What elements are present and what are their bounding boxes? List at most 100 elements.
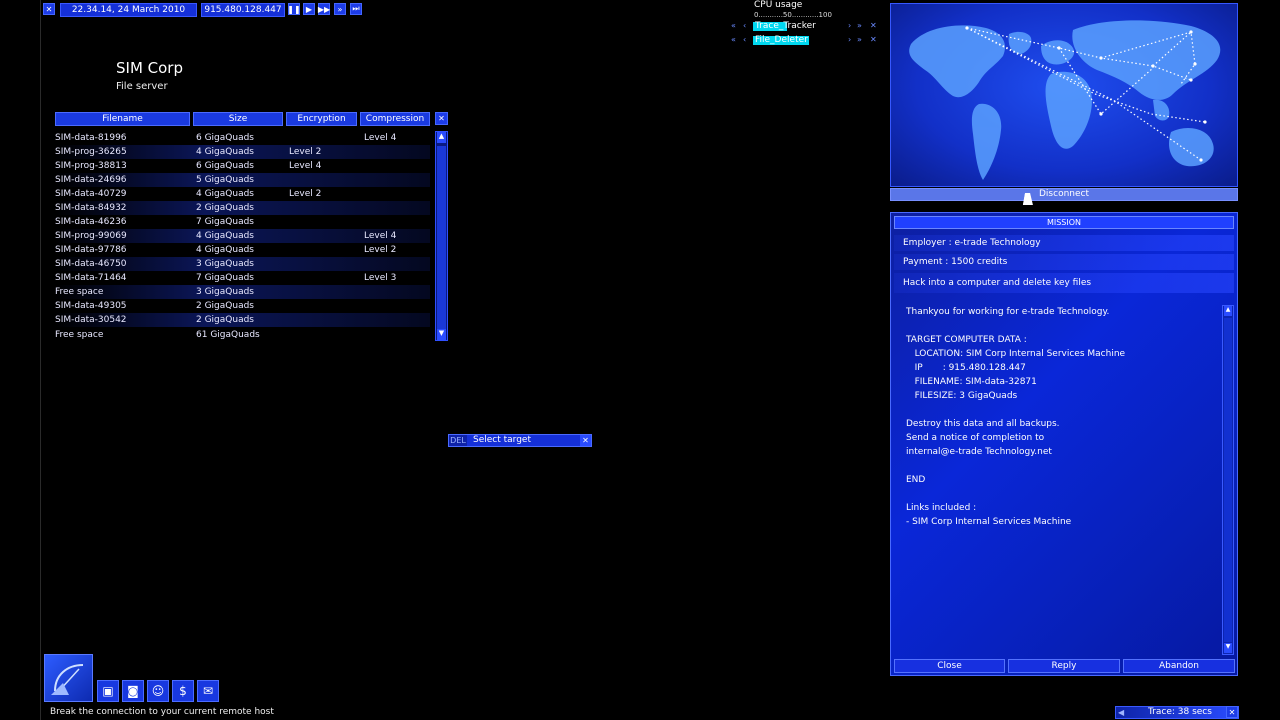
- status-tooltip: Break the connection to your current rem…: [50, 707, 274, 717]
- table-row[interactable]: SIM-data-40729 4 GigaQuads Level 2: [55, 187, 430, 201]
- task-close-icon[interactable]: ✕: [870, 21, 877, 30]
- size-cell: 5 GigaQuads: [196, 175, 254, 185]
- mission-body: Thankyou for working for e-trade Technol…: [894, 305, 1219, 655]
- trace-indicator: ◀ Trace: 38 secs: [1115, 706, 1239, 719]
- table-row[interactable]: SIM-prog-38813 6 GigaQuads Level 4: [55, 159, 430, 173]
- mission-body-line: Send a notice of completion to: [906, 433, 1045, 443]
- table-row[interactable]: SIM-data-46236 7 GigaQuads: [55, 215, 430, 229]
- close-icon[interactable]: ✕: [1226, 706, 1238, 718]
- task-right-icon[interactable]: ›: [848, 35, 851, 44]
- table-row[interactable]: SIM-data-30542 2 GigaQuads: [55, 313, 430, 327]
- size-cell: 3 GigaQuads: [196, 259, 254, 269]
- filename-cell: Free space: [55, 287, 104, 297]
- faster-forward-icon[interactable]: »: [334, 3, 346, 15]
- task-left-icon[interactable]: ‹: [743, 21, 746, 30]
- encryption-cell: Level 4: [289, 161, 322, 171]
- reply-button[interactable]: Reply: [1008, 659, 1120, 673]
- finance-icon[interactable]: $: [172, 680, 194, 702]
- trace-left-icon[interactable]: ◀: [1118, 707, 1124, 718]
- cpu-usage-label: CPU usage: [754, 0, 803, 10]
- mission-panel: MISSION Employer : e-trade Technology Pa…: [890, 212, 1238, 676]
- task-decrease-icon[interactable]: «: [731, 21, 736, 30]
- disconnect-button[interactable]: Disconnect: [890, 188, 1238, 201]
- size-cell: 6 GigaQuads: [196, 133, 254, 143]
- table-row[interactable]: Free space 3 GigaQuads: [55, 285, 430, 299]
- size-cell: 4 GigaQuads: [196, 245, 254, 255]
- main-menu-button[interactable]: [44, 654, 93, 702]
- column-header-filename[interactable]: Filename: [55, 112, 190, 126]
- table-row[interactable]: SIM-data-49305 2 GigaQuads: [55, 299, 430, 313]
- task-decrease-icon[interactable]: «: [731, 35, 736, 44]
- pause-icon[interactable]: ❚❚: [287, 3, 301, 15]
- task-row-trace-tracker: « ‹ Trace_Tracker › » ✕: [731, 21, 881, 33]
- scroll-thumb[interactable]: [1224, 318, 1232, 642]
- task-right-icon[interactable]: ›: [848, 21, 851, 30]
- mouse-cursor-icon: [1022, 193, 1036, 205]
- scroll-up-icon[interactable]: ▲: [437, 132, 446, 143]
- filename-cell: SIM-data-81996: [55, 133, 127, 143]
- table-row[interactable]: SIM-prog-99069 4 GigaQuads Level 4: [55, 229, 430, 243]
- size-cell: 6 GigaQuads: [196, 161, 254, 171]
- table-row[interactable]: Free space 61 GigaQuads: [55, 328, 430, 342]
- mission-body-line: Links included :: [906, 503, 977, 513]
- close-icon[interactable]: ✕: [580, 435, 591, 446]
- close-button[interactable]: Close: [894, 659, 1005, 673]
- filename-cell: SIM-prog-36265: [55, 147, 127, 157]
- file-deleter-target-bar[interactable]: DEL Select target ✕: [448, 434, 592, 447]
- table-row[interactable]: SIM-data-97786 4 GigaQuads Level 2: [55, 243, 430, 257]
- computer-icon[interactable]: ▣: [97, 680, 119, 702]
- task-increase-icon[interactable]: »: [857, 21, 862, 30]
- column-header-compression[interactable]: Compression: [360, 112, 430, 126]
- mission-scrollbar[interactable]: ▲ ▼: [1222, 305, 1234, 655]
- close-icon[interactable]: ✕: [43, 3, 55, 15]
- mission-body-line: TARGET COMPUTER DATA :: [906, 335, 1027, 345]
- table-row[interactable]: SIM-data-84932 2 GigaQuads: [55, 201, 430, 215]
- table-row[interactable]: SIM-data-46750 3 GigaQuads: [55, 257, 430, 271]
- column-header-size[interactable]: Size: [193, 112, 283, 126]
- world-map-graphic: [909, 20, 1221, 180]
- filename-cell: SIM-prog-99069: [55, 231, 127, 241]
- task-increase-icon[interactable]: »: [857, 35, 862, 44]
- table-row[interactable]: SIM-data-24696 5 GigaQuads: [55, 173, 430, 187]
- file-list-scrollbar[interactable]: ▲ ▼: [435, 131, 448, 341]
- satellite-dish-icon: [51, 664, 84, 695]
- task-left-icon[interactable]: ‹: [743, 35, 746, 44]
- compression-cell: Level 4: [364, 133, 397, 143]
- filename-cell: SIM-data-49305: [55, 301, 127, 311]
- mission-body-line: Thankyou for working for e-trade Technol…: [906, 307, 1110, 317]
- mission-body-line: FILESIZE: 3 GigaQuads: [906, 391, 1018, 401]
- disk-icon[interactable]: ◙: [122, 680, 144, 702]
- filename-cell: SIM-data-46236: [55, 217, 127, 227]
- table-row[interactable]: SIM-prog-36265 4 GigaQuads Level 2: [55, 145, 430, 159]
- filename-cell: SIM-data-84932: [55, 203, 127, 213]
- email-icon[interactable]: ✉: [197, 680, 219, 702]
- encryption-cell: Level 2: [289, 147, 322, 157]
- compression-cell: Level 4: [364, 231, 397, 241]
- filename-cell: SIM-data-97786: [55, 245, 127, 255]
- play-icon[interactable]: ▶: [303, 3, 315, 15]
- scroll-down-icon[interactable]: ▼: [1224, 643, 1232, 653]
- mission-body-line: IP : 915.480.128.447: [906, 363, 1026, 373]
- size-cell: 7 GigaQuads: [196, 273, 254, 283]
- server-subtitle: File server: [116, 81, 168, 92]
- server-title: SIM Corp: [116, 59, 183, 77]
- mission-summary: Hack into a computer and delete key file…: [894, 273, 1234, 293]
- column-header-encryption[interactable]: Encryption: [286, 112, 357, 126]
- world-map[interactable]: [890, 3, 1238, 187]
- scroll-up-icon[interactable]: ▲: [1224, 306, 1232, 316]
- scroll-thumb[interactable]: [437, 146, 446, 330]
- filename-cell: SIM-data-71464: [55, 273, 127, 283]
- table-row[interactable]: SIM-data-71464 7 GigaQuads Level 3: [55, 271, 430, 285]
- task-close-icon[interactable]: ✕: [870, 35, 877, 44]
- abandon-button[interactable]: Abandon: [1123, 659, 1235, 673]
- close-file-server-icon[interactable]: ✕: [435, 112, 448, 125]
- fast-forward-icon[interactable]: ▶▶: [318, 3, 330, 15]
- filename-cell: SIM-data-40729: [55, 189, 127, 199]
- table-row[interactable]: SIM-data-81996 6 GigaQuads Level 4: [55, 131, 430, 145]
- fastest-forward-icon[interactable]: ⏭: [350, 3, 362, 15]
- person-icon[interactable]: ☺: [147, 680, 169, 702]
- mission-body-line: FILENAME: SIM-data-32871: [906, 377, 1037, 387]
- scroll-down-icon[interactable]: ▼: [437, 329, 446, 340]
- size-cell: 3 GigaQuads: [196, 287, 254, 297]
- size-cell: 2 GigaQuads: [196, 301, 254, 311]
